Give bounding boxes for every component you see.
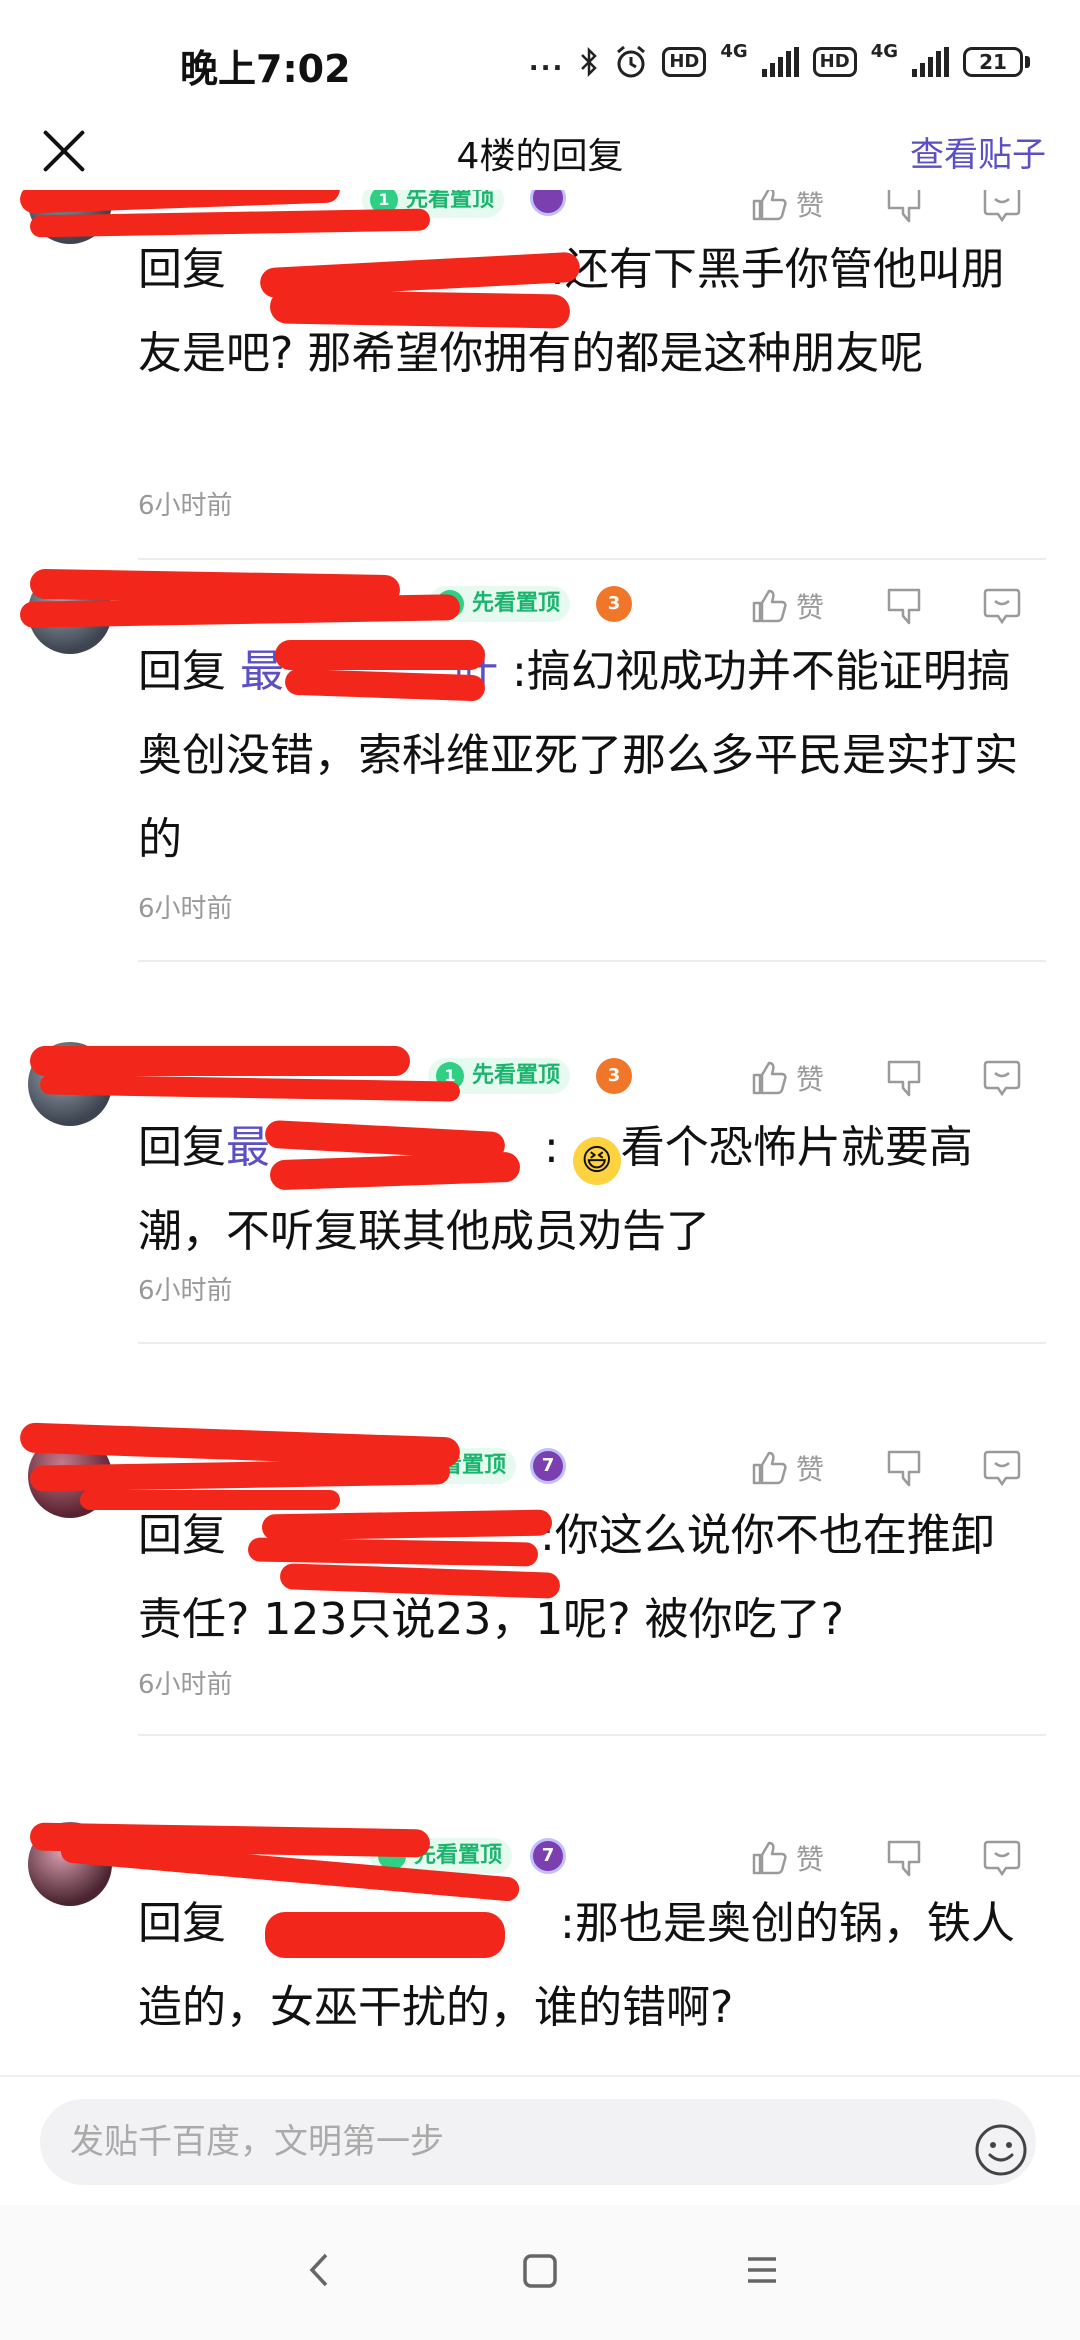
- like-label: 赞: [796, 1063, 825, 1096]
- redaction-mark: [265, 1912, 505, 1958]
- comment-icon: [983, 1840, 1021, 1877]
- back-button[interactable]: [300, 2245, 340, 2299]
- redaction-mark: [30, 1046, 410, 1076]
- bluetooth-icon: [581, 46, 598, 78]
- like-label: 赞: [796, 1843, 825, 1876]
- compose-bar: 发贴千百度，文明第一步: [0, 2075, 1080, 2207]
- like-button[interactable]: 赞: [750, 1838, 824, 1878]
- reply-button[interactable]: [982, 1448, 1022, 1492]
- divider: [138, 960, 1046, 962]
- user-level-icon: 3: [596, 1058, 632, 1094]
- reply-button[interactable]: [982, 1838, 1022, 1882]
- divider: [138, 1734, 1046, 1736]
- thumb-up-icon: [752, 190, 787, 221]
- thumb-down-icon: [887, 1840, 921, 1877]
- like-button[interactable]: 赞: [750, 1448, 824, 1488]
- reply-list[interactable]: 1 先看置顶 赞 回复 :还有下黑手你管他叫朋友是吧? 那希望你拥有的都是这种朋友…: [0, 190, 1080, 2075]
- reply-button[interactable]: [982, 586, 1022, 630]
- thumb-down-icon: [887, 1450, 921, 1487]
- dislike-button[interactable]: [885, 1058, 923, 1102]
- battery-icon: 21: [963, 47, 1030, 77]
- network-type-2: 4G: [870, 41, 898, 62]
- battery-level: 21: [963, 47, 1023, 77]
- home-button[interactable]: [516, 2245, 564, 2299]
- user-level-icon: 3: [596, 586, 632, 622]
- hd-badge: HD: [662, 47, 707, 77]
- reply-input[interactable]: 发贴千百度，文明第一步: [40, 2099, 1036, 2185]
- recents-button[interactable]: [740, 2245, 784, 2299]
- comment-icon: [983, 1060, 1021, 1097]
- like-label: 赞: [796, 190, 825, 222]
- redaction-mark: [247, 1537, 539, 1567]
- status-bar: 晚上7:02 ... HD 4G HD 4G 21: [0, 0, 1080, 125]
- like-label: 赞: [796, 591, 825, 624]
- dislike-button[interactable]: [885, 1838, 923, 1882]
- menu-lines-icon: [748, 2257, 776, 2283]
- home-square-icon: [523, 2254, 557, 2288]
- thumb-up-icon: [752, 1061, 787, 1095]
- signal-icon: [761, 47, 799, 77]
- user-level-icon: [530, 190, 566, 216]
- comment-time: 6小时前: [138, 1670, 233, 1700]
- comment-icon: [983, 190, 1021, 223]
- divider: [138, 558, 1046, 560]
- thumb-up-icon: [752, 1841, 787, 1875]
- network-type: 4G: [720, 41, 748, 62]
- status-time: 晚上7:02: [180, 47, 351, 91]
- laughing-emoji-icon: 😆: [572, 1137, 621, 1185]
- more-dots-icon: ...: [528, 47, 565, 77]
- hd-badge-2: HD: [812, 47, 857, 77]
- comment-time: 6小时前: [138, 1276, 233, 1306]
- signal-icon-2: [912, 47, 949, 77]
- dislike-button[interactable]: [885, 190, 923, 228]
- smiley-icon: [975, 2124, 1027, 2176]
- dislike-button[interactable]: [885, 1448, 923, 1492]
- back-chevron-icon: [309, 2253, 328, 2287]
- like-label: 赞: [796, 1453, 825, 1486]
- comment-icon: [983, 588, 1021, 625]
- view-post-link[interactable]: 查看贴子: [910, 127, 1046, 176]
- comment-icon: [983, 1450, 1021, 1487]
- like-button[interactable]: 赞: [750, 1058, 824, 1098]
- reply-button[interactable]: [982, 1058, 1022, 1102]
- comment-time: 6小时前: [138, 491, 233, 521]
- user-level-icon: 7: [530, 1448, 566, 1484]
- redaction-mark: [275, 640, 485, 670]
- like-button[interactable]: 赞: [750, 586, 824, 626]
- dislike-button[interactable]: [885, 586, 923, 630]
- redaction-mark: [269, 289, 571, 329]
- alarm-icon: [617, 45, 646, 78]
- comment-text: 回复 最叶 :搞幻视成功并不能证明搞奥创没错，索科维亚死了那么多平民是实打实的: [138, 646, 1018, 865]
- divider: [138, 1342, 1046, 1344]
- comment-time: 6小时前: [138, 894, 233, 924]
- system-navigation-bar: [0, 2205, 1080, 2340]
- thumb-down-icon: [887, 1060, 921, 1097]
- thumb-down-icon: [887, 190, 921, 223]
- thumb-down-icon: [887, 588, 921, 625]
- like-button[interactable]: 赞: [750, 190, 824, 224]
- redaction-mark: [80, 1490, 340, 1510]
- reply-button[interactable]: [982, 190, 1022, 228]
- thumb-up-icon: [752, 589, 787, 623]
- comment-text: 回复 :那也是奥创的锅，铁人造的，女巫干扰的，谁的错啊?: [138, 1898, 1015, 2033]
- status-icons: ... HD 4G HD 4G 21: [529, 38, 1030, 86]
- redaction-mark: [261, 1509, 553, 1541]
- thumb-up-icon: [752, 1451, 787, 1485]
- user-level-icon: 7: [530, 1838, 566, 1874]
- emoji-button[interactable]: [974, 2123, 1028, 2181]
